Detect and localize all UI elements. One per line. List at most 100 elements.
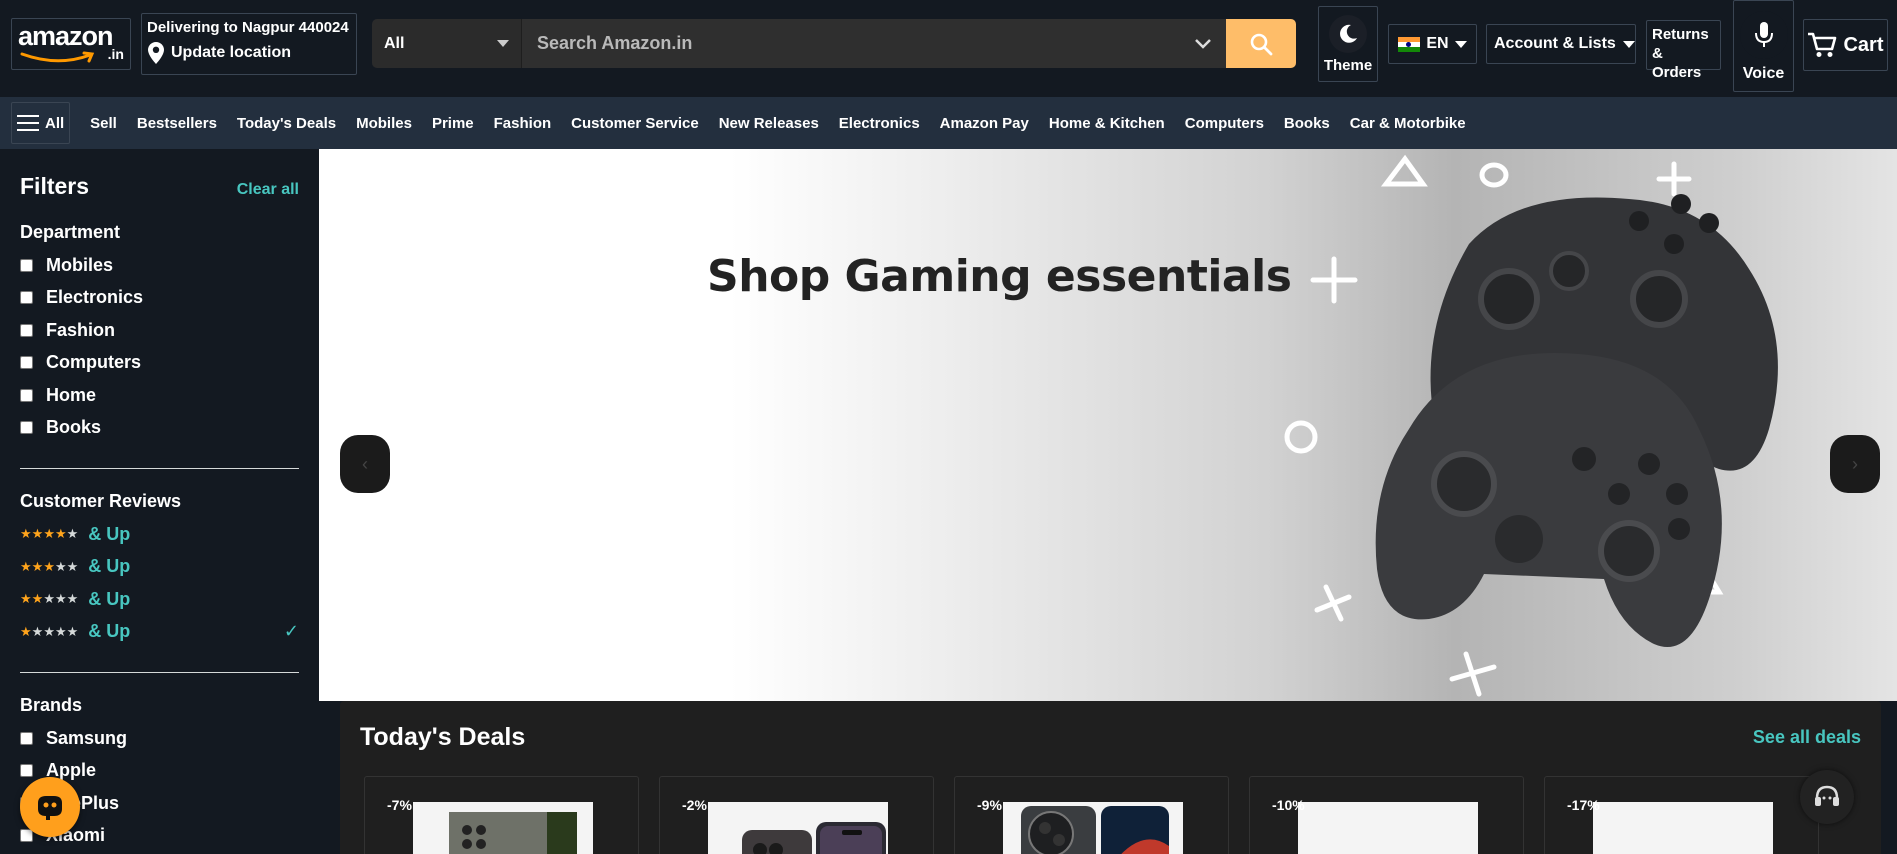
checkbox[interactable] — [20, 356, 33, 370]
rating-filter-2-up[interactable]: ★★★★★ & Up — [20, 583, 299, 616]
cart-label: Cart — [1843, 33, 1884, 56]
department-filter-computers[interactable]: Computers — [20, 347, 299, 380]
checkbox[interactable] — [20, 764, 33, 778]
department-filter-home[interactable]: Home — [20, 379, 299, 412]
language-selector[interactable]: EN — [1388, 24, 1477, 64]
nav-link-home-kitchen[interactable]: Home & Kitchen — [1049, 115, 1165, 132]
chevron-down-icon — [1622, 40, 1635, 48]
hero-title: Shop Gaming essentials — [707, 251, 1292, 302]
department-filter-mobiles[interactable]: Mobiles — [20, 249, 299, 282]
deal-card[interactable]: -17% — [1544, 776, 1819, 854]
star-icon: ★ — [20, 558, 32, 574]
deal-card[interactable]: -2% — [659, 776, 934, 854]
theme-label: Theme — [1323, 57, 1373, 74]
nav-link-bestsellers[interactable]: Bestsellers — [137, 115, 217, 132]
nav-link-customer-service[interactable]: Customer Service — [571, 115, 699, 132]
search-history-toggle[interactable] — [1180, 19, 1226, 68]
department-filter-electronics[interactable]: Electronics — [20, 282, 299, 315]
nav-link-amazon-pay[interactable]: Amazon Pay — [940, 115, 1029, 132]
clear-all-link[interactable]: Clear all — [237, 181, 299, 199]
account-lists-menu[interactable]: Account & Lists — [1486, 24, 1636, 64]
nav-link-todays-deals[interactable]: Today's Deals — [237, 115, 336, 132]
carousel-prev-button[interactable]: ‹ — [340, 435, 390, 493]
search-bar: All — [372, 19, 1296, 68]
top-header: amazon .in Delivering to Nagpur 440024 U… — [0, 0, 1897, 97]
department-filter-books[interactable]: Books — [20, 412, 299, 445]
search-category-select[interactable]: All — [372, 19, 522, 68]
nav-link-prime[interactable]: Prime — [432, 115, 474, 132]
india-flag-icon — [1398, 36, 1421, 52]
star-icon: ★ — [66, 623, 79, 639]
checkbox[interactable] — [20, 291, 33, 305]
checkbox[interactable] — [20, 421, 33, 435]
star-icon: ★ — [20, 526, 32, 542]
logo-suffix: .in — [107, 46, 124, 62]
returns-label-line1: Returns — [1652, 26, 1709, 43]
department-filter-fashion[interactable]: Fashion — [20, 314, 299, 347]
nav-link-electronics[interactable]: Electronics — [839, 115, 920, 132]
star-rating-icon: ★★★★★ — [20, 591, 78, 607]
chevron-left-icon: ‹ — [362, 453, 368, 474]
nav-link-computers[interactable]: Computers — [1185, 115, 1264, 132]
discount-badge: -9% — [977, 797, 1002, 813]
gamepad-banner-image — [1284, 154, 1778, 697]
filter-label: Computers — [46, 352, 142, 373]
star-icon: ★ — [43, 591, 55, 607]
checkbox[interactable] — [20, 323, 33, 337]
rating-label: & Up — [88, 523, 131, 544]
deal-card[interactable]: -7% — [364, 776, 639, 854]
voice-label: Voice — [1742, 65, 1785, 82]
deal-card[interactable]: -10% — [1249, 776, 1524, 854]
returns-orders-link[interactable]: Returns & Orders — [1646, 20, 1721, 81]
checkbox[interactable] — [20, 731, 33, 745]
nav-link-new-releases[interactable]: New Releases — [719, 115, 819, 132]
cart-icon — [1808, 32, 1837, 57]
moon-icon — [1329, 15, 1367, 53]
product-image — [413, 802, 593, 854]
star-icon: ★ — [54, 526, 67, 542]
discount-badge: -10% — [1272, 797, 1305, 813]
star-icon: ★ — [20, 591, 32, 607]
cart-button[interactable]: Cart — [1803, 19, 1888, 71]
divider — [20, 672, 299, 673]
search-input[interactable] — [522, 19, 1180, 68]
assistant-fab-button[interactable] — [20, 777, 80, 837]
main-content: Shop Gaming essentials ‹ › Today's Deals… — [319, 149, 1897, 854]
brand-filter-samsung[interactable]: Samsung — [20, 722, 299, 755]
filters-header: Filters Clear all — [20, 173, 299, 200]
nav-link-fashion[interactable]: Fashion — [494, 115, 552, 132]
voice-search-button[interactable]: Voice — [1733, 0, 1794, 92]
nav-link-books[interactable]: Books — [1284, 115, 1330, 132]
search-button[interactable] — [1226, 19, 1296, 68]
nav-link-sell[interactable]: Sell — [90, 115, 117, 132]
hero-carousel[interactable]: Shop Gaming essentials ‹ › — [319, 149, 1897, 701]
deal-card[interactable]: -9% — [954, 776, 1229, 854]
filter-label: Electronics — [46, 287, 144, 308]
chevron-down-icon — [1454, 40, 1467, 48]
checkbox[interactable] — [20, 388, 33, 402]
checkbox[interactable] — [20, 258, 33, 272]
nav-link-car-motorbike[interactable]: Car & Motorbike — [1350, 115, 1466, 132]
see-all-deals-link[interactable]: See all deals — [1753, 727, 1861, 748]
customer-support-button[interactable] — [1800, 770, 1854, 824]
star-icon: ★ — [54, 591, 67, 607]
carousel-next-button[interactable]: › — [1830, 435, 1880, 493]
checkbox[interactable] — [20, 829, 33, 843]
star-icon: ★ — [54, 623, 67, 639]
theme-toggle[interactable]: Theme — [1318, 6, 1378, 82]
delivery-location[interactable]: Delivering to Nagpur 440024 Update locat… — [141, 13, 357, 75]
logo-smile-icon — [20, 51, 95, 63]
star-icon: ★ — [66, 591, 79, 607]
chevron-down-icon — [1195, 38, 1211, 49]
chevron-down-icon — [497, 40, 509, 47]
returns-label-line2: & Orders — [1652, 45, 1702, 81]
rating-filter-3-up[interactable]: ★★★★★ & Up — [20, 551, 299, 584]
star-rating-icon: ★★★★★ — [20, 559, 78, 575]
amazon-logo[interactable]: amazon .in — [11, 18, 131, 70]
update-location-row: Update location — [147, 41, 351, 65]
nav-link-mobiles[interactable]: Mobiles — [356, 115, 412, 132]
all-menu-button[interactable]: All — [11, 102, 71, 144]
rating-filter-4-up[interactable]: ★★★★★ & Up — [20, 518, 299, 551]
rating-filter-1-up[interactable]: ★★★★★ & Up ✓ — [20, 616, 299, 649]
category-nav: All Sell Bestsellers Today's Deals Mobil… — [0, 97, 1897, 149]
